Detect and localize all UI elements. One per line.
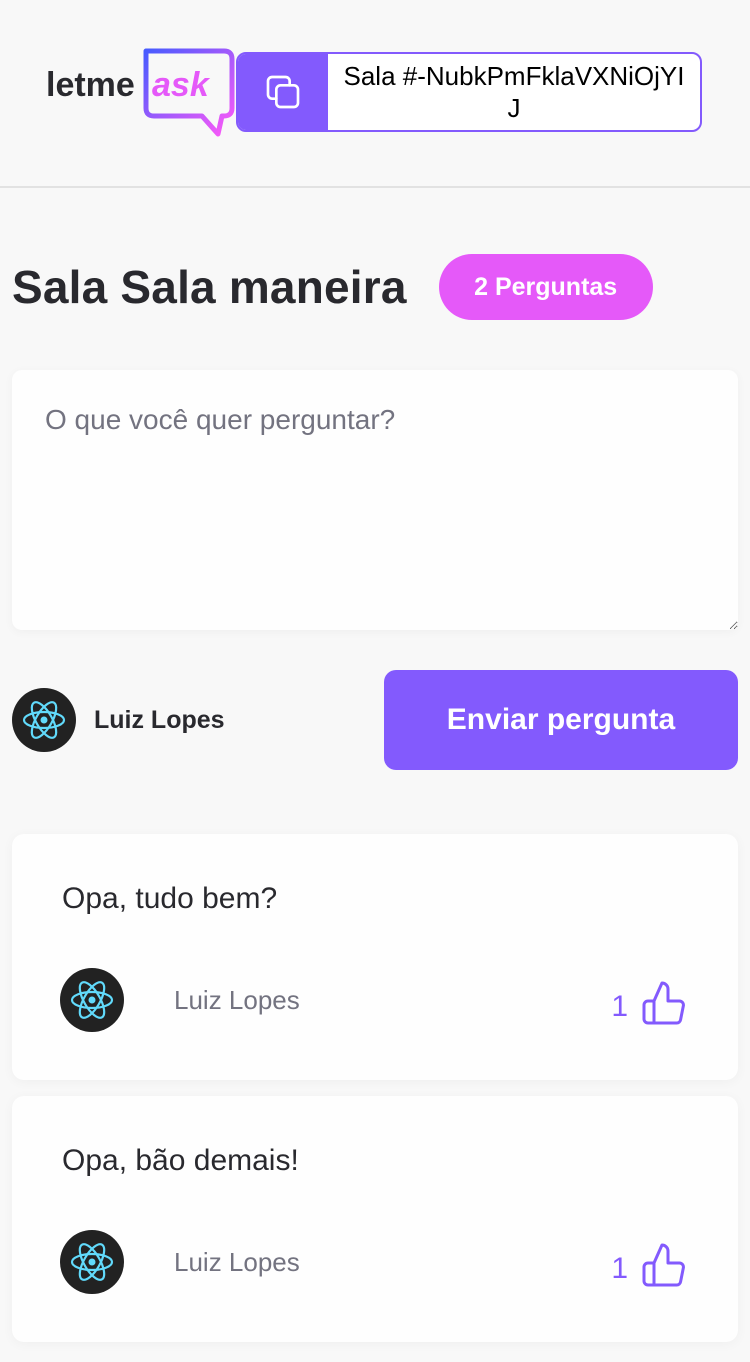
page-title: Sala Sala maneira — [12, 261, 407, 313]
room-code-text: Sala #-NubkPmFklaVXNiOjYIJ — [343, 61, 685, 123]
user-info: Luiz Lopes — [12, 688, 225, 752]
like-button[interactable]: 1 — [611, 1241, 688, 1289]
logo-text-accent: ask — [152, 66, 211, 104]
user-name: Luiz Lopes — [94, 705, 225, 734]
author-name: Luiz Lopes — [174, 1246, 300, 1277]
room-code-copy-button[interactable]: Sala #-NubkPmFklaVXNiOjYIJ — [236, 52, 702, 132]
room-title-row: Sala Sala maneira 2 Perguntas — [12, 254, 653, 320]
question-author: Luiz Lopes — [60, 968, 300, 1032]
react-logo-icon — [70, 981, 114, 1019]
copy-icon — [266, 75, 300, 109]
page-header: letme ask Sala #-NubkPmFklaVXNiOjYIJ — [0, 0, 750, 188]
avatar — [12, 688, 76, 752]
question-textarea[interactable] — [12, 370, 738, 630]
question-count-badge: 2 Perguntas — [438, 254, 653, 320]
question-list: Opa, tudo bem? Luiz Lopes 1 Opa, bão dem… — [12, 834, 738, 1358]
like-count: 1 — [611, 1252, 628, 1285]
author-name: Luiz Lopes — [174, 984, 300, 1015]
copy-icon-box[interactable] — [238, 54, 328, 130]
like-button[interactable]: 1 — [611, 979, 688, 1027]
react-logo-icon — [70, 1243, 114, 1281]
question-card: Opa, tudo bem? Luiz Lopes 1 — [12, 834, 738, 1080]
letmeask-logo: letme ask — [46, 46, 238, 138]
thumbs-up-icon — [642, 1243, 685, 1287]
question-content: Opa, bão demais! — [62, 1144, 299, 1177]
form-footer: Luiz Lopes Enviar pergunta — [12, 670, 738, 770]
react-logo-icon — [22, 701, 66, 739]
avatar — [60, 968, 124, 1032]
question-footer: Luiz Lopes 1 — [60, 968, 688, 1032]
avatar — [60, 1230, 124, 1294]
thumbs-up-icon — [642, 981, 685, 1025]
like-count: 1 — [611, 990, 628, 1023]
question-card: Opa, bão demais! Luiz Lopes 1 — [12, 1096, 738, 1342]
question-author: Luiz Lopes — [60, 1230, 300, 1294]
question-content: Opa, tudo bem? — [62, 882, 278, 915]
send-question-button[interactable]: Enviar pergunta — [384, 670, 738, 770]
logo-text-prefix: letme — [46, 66, 135, 104]
question-footer: Luiz Lopes 1 — [60, 1230, 688, 1294]
